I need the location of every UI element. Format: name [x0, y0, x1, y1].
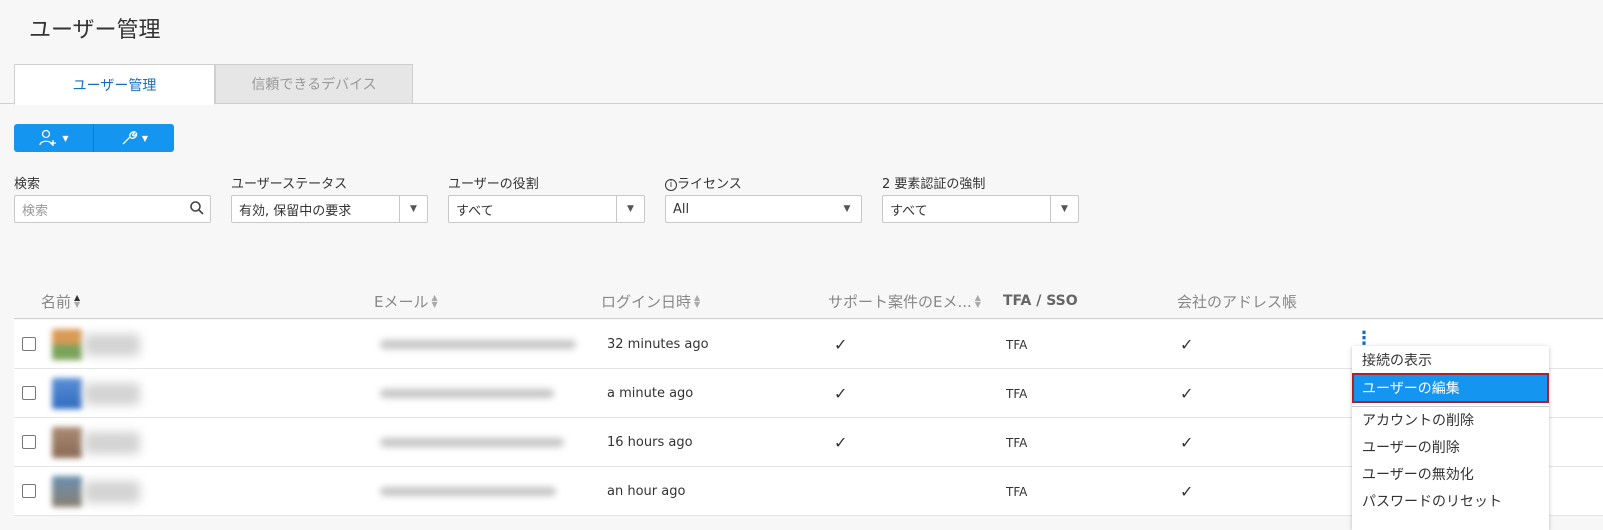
- tools-button[interactable]: ▼: [94, 124, 174, 152]
- column-header-login[interactable]: ログイン日時 ▲ ▼: [601, 283, 700, 319]
- column-header-label: Eメール: [374, 292, 429, 311]
- info-icon: i: [665, 179, 677, 191]
- row-checkbox[interactable]: [22, 386, 36, 400]
- login-time: an hour ago: [607, 484, 686, 499]
- menu-item-reset-password[interactable]: パスワードのリセット: [1352, 487, 1549, 514]
- row-checkbox[interactable]: [22, 435, 36, 449]
- status-filter: ユーザーステータス 有効, 保留中の要求 ▼: [231, 173, 428, 223]
- column-header-label: 名前: [41, 292, 72, 311]
- chevron-down-icon[interactable]: ▼: [616, 196, 644, 222]
- login-time: 16 hours ago: [607, 435, 693, 450]
- column-header-address-book: 会社のアドレス帳: [1177, 283, 1297, 319]
- sort-icon[interactable]: ▲ ▼: [694, 294, 700, 309]
- address-book-check: ✓: [1180, 384, 1194, 403]
- sort-ascending-icon[interactable]: ▲ ▼: [74, 294, 80, 309]
- user-email: [380, 487, 556, 496]
- chevron-down-icon[interactable]: ▼: [1050, 196, 1078, 222]
- license-label-wrap: i ライセンス: [665, 173, 862, 192]
- column-header-support-email[interactable]: サポート案件のEメ... ▲ ▼: [828, 283, 981, 319]
- chevron-down-icon[interactable]: ▼: [399, 196, 427, 222]
- sort-icon[interactable]: ▲ ▼: [431, 294, 437, 309]
- status-label: ユーザーステータス: [231, 177, 348, 192]
- status-value: 有効, 保留中の要求: [239, 203, 352, 219]
- chevron-down-icon: ▼: [141, 133, 149, 143]
- tfa-value: TFA: [1006, 435, 1028, 450]
- user-email: [380, 340, 576, 349]
- tfa-value: TFA: [1006, 386, 1028, 401]
- tfa-select[interactable]: すべて ▼: [882, 195, 1079, 223]
- avatar: [52, 476, 82, 507]
- address-book-check: ✓: [1180, 433, 1194, 452]
- status-select[interactable]: 有効, 保留中の要求 ▼: [231, 195, 428, 223]
- user-name: [84, 432, 140, 454]
- user-email: [380, 438, 564, 447]
- role-filter: ユーザーの役割 すべて ▼: [448, 173, 645, 223]
- column-header-label: サポート案件のEメ...: [828, 292, 972, 311]
- role-select[interactable]: すべて ▼: [448, 195, 645, 223]
- column-header-label: 会社のアドレス帳: [1177, 292, 1298, 311]
- support-email-check: ✓: [834, 335, 848, 354]
- tab-bar: ユーザー管理 信頼できるデバイス: [0, 64, 1603, 105]
- chevron-down-icon: ▼: [62, 133, 69, 143]
- tfa-label: 2 要素認証の強制: [882, 177, 986, 192]
- sort-icon[interactable]: ▲ ▼: [975, 294, 981, 309]
- row-context-menu: 接続の表示 ユーザーの編集 アカウントの削除 ユーザーの削除 ユーザーの無効化 …: [1352, 346, 1549, 530]
- avatar: [52, 427, 82, 458]
- add-user-button[interactable]: ▼: [14, 124, 94, 152]
- role-label: ユーザーの役割: [448, 177, 539, 192]
- user-name: [84, 383, 140, 405]
- tfa-filter: 2 要素認証の強制 すべて ▼: [882, 173, 1079, 223]
- login-time: a minute ago: [607, 386, 694, 401]
- tab-user-management[interactable]: ユーザー管理: [14, 64, 215, 105]
- license-select[interactable]: All ▼: [665, 195, 862, 223]
- table-header: 名前 ▲ ▼ Eメール ▲ ▼ ログイン日時 ▲ ▼ サポート案件のEメ... ▲ ▼ …: [14, 283, 1603, 319]
- search-input[interactable]: 検索: [14, 195, 211, 223]
- user-email: [380, 389, 554, 398]
- search-filter: 検索 検索: [14, 173, 211, 223]
- column-header-name[interactable]: 名前 ▲ ▼: [41, 283, 80, 319]
- menu-item-edit-user[interactable]: ユーザーの編集: [1352, 373, 1549, 403]
- toolbar: ▼ ▼: [14, 124, 174, 152]
- license-value: All: [673, 201, 690, 217]
- tfa-value: TFA: [1006, 484, 1028, 499]
- avatar: [52, 378, 82, 409]
- search-placeholder: 検索: [22, 203, 49, 219]
- column-header-label: ログイン日時: [601, 292, 692, 311]
- column-header-tfa: TFA / SSO: [1003, 283, 1078, 319]
- role-value: すべて: [456, 203, 494, 219]
- user-name: [84, 334, 140, 356]
- login-time: 32 minutes ago: [607, 337, 709, 352]
- search-icon[interactable]: [189, 200, 205, 216]
- row-checkbox[interactable]: [22, 337, 36, 351]
- tfa-value: すべて: [890, 203, 928, 219]
- support-email-check: ✓: [834, 433, 848, 452]
- tfa-value: TFA: [1006, 337, 1028, 352]
- page-title: ユーザー管理: [29, 18, 161, 43]
- license-filter: i ライセンス All ▼: [665, 173, 862, 223]
- wrench-icon: [122, 131, 138, 145]
- address-book-check: ✓: [1180, 335, 1194, 354]
- menu-item-show-connections[interactable]: 接続の表示: [1352, 346, 1549, 373]
- add-user-icon: [39, 129, 57, 146]
- menu-item-delete-user[interactable]: ユーザーの削除: [1352, 433, 1549, 460]
- support-email-check: ✓: [834, 384, 848, 403]
- menu-item-disable-user[interactable]: ユーザーの無効化: [1352, 460, 1549, 487]
- column-header-email[interactable]: Eメール ▲ ▼: [374, 283, 438, 319]
- search-label: 検索: [14, 177, 41, 192]
- column-header-label: TFA / SSO: [1003, 293, 1078, 309]
- user-name: [84, 481, 140, 503]
- row-checkbox[interactable]: [22, 484, 36, 498]
- menu-item-delete-account[interactable]: アカウントの削除: [1352, 406, 1549, 433]
- address-book-check: ✓: [1180, 482, 1194, 501]
- license-label: ライセンス: [677, 177, 742, 192]
- tab-trusted-devices[interactable]: 信頼できるデバイス: [215, 64, 413, 104]
- chevron-down-icon[interactable]: ▼: [833, 196, 861, 222]
- avatar: [52, 329, 82, 360]
